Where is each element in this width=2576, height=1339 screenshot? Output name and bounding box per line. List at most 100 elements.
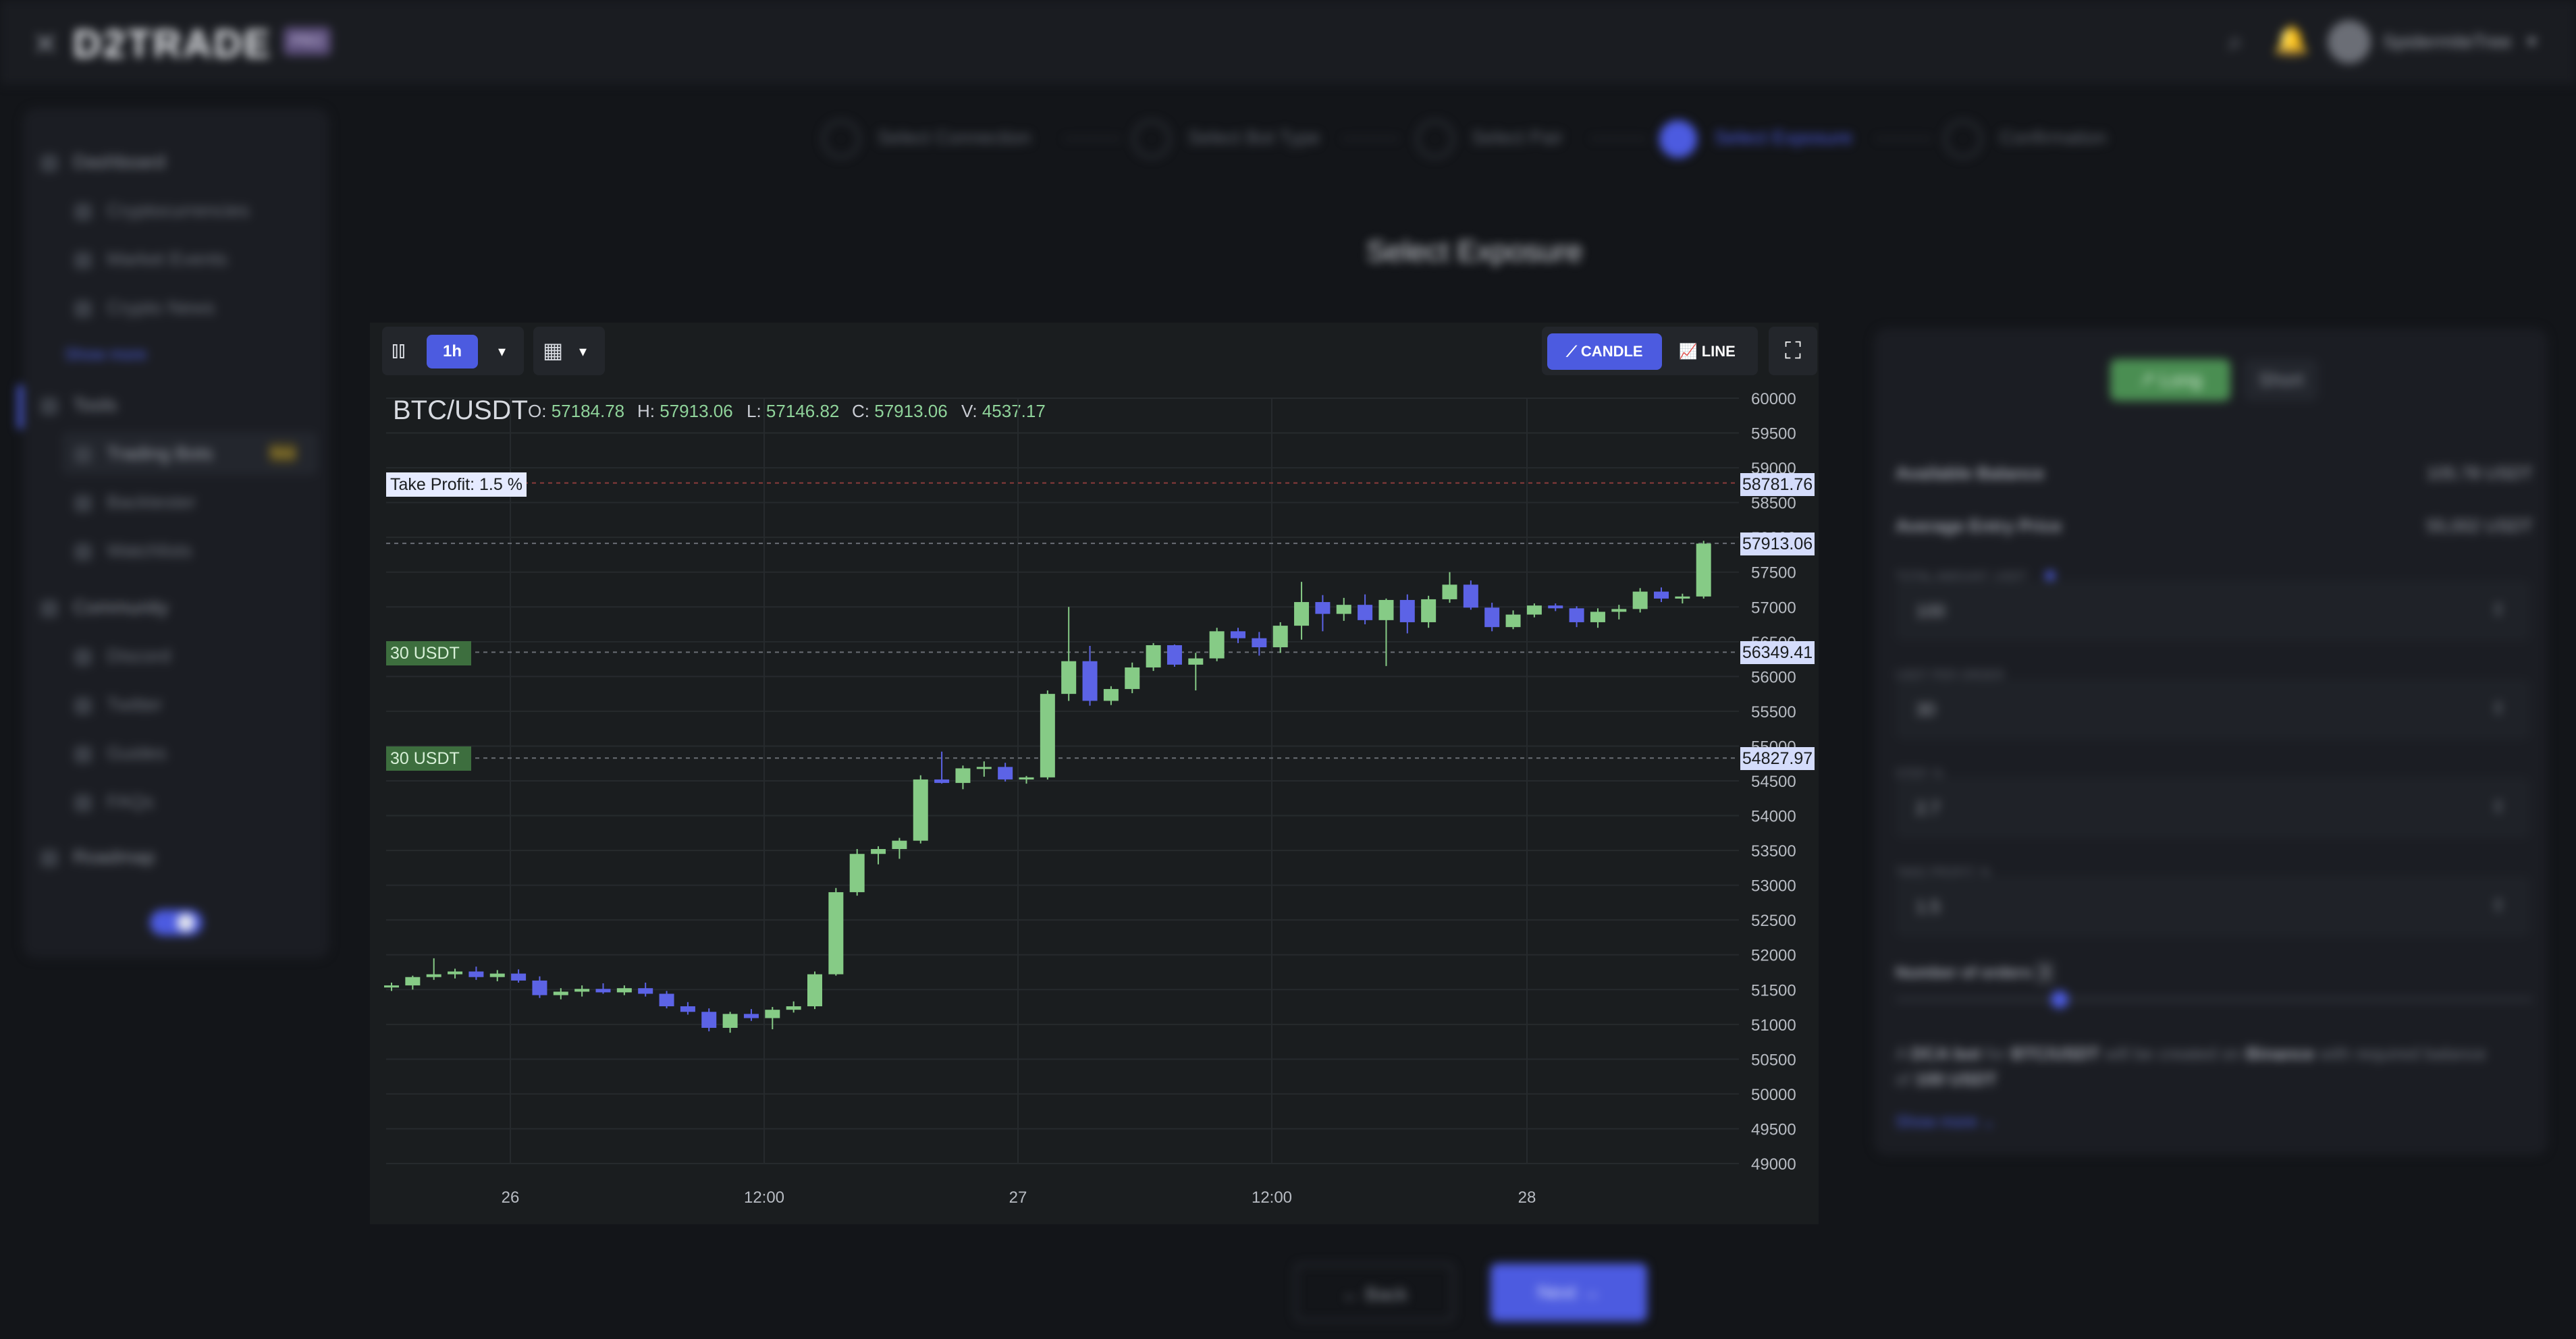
candle-body bbox=[1463, 584, 1478, 608]
y-tick-label: 52000 bbox=[1751, 947, 1796, 965]
candle-body bbox=[1526, 605, 1542, 615]
take-profit-label: Take Profit: 1.5 % bbox=[386, 472, 527, 497]
candle-body bbox=[1611, 609, 1627, 612]
candle-body bbox=[765, 1010, 780, 1018]
candle-body bbox=[553, 991, 568, 995]
available-balance-value: 105.78 USDT bbox=[2426, 463, 2533, 483]
summary-show-more-link[interactable]: Show more ⌄ bbox=[1896, 1112, 1995, 1132]
candle-body bbox=[1696, 543, 1711, 597]
candle-body bbox=[659, 993, 674, 1007]
x-tick-label: 12:00 bbox=[1252, 1188, 1292, 1207]
candle-body bbox=[532, 980, 547, 995]
candle-body bbox=[1188, 658, 1204, 665]
candle-body bbox=[1590, 611, 1605, 622]
usdt-per-order-value: 30 bbox=[1916, 699, 1935, 719]
candle-body bbox=[934, 779, 950, 784]
candle-body bbox=[616, 988, 632, 993]
candle-body bbox=[786, 1006, 801, 1010]
back-button[interactable]: ← Back bbox=[1295, 1263, 1454, 1321]
take-profit-input[interactable] bbox=[1896, 876, 2530, 937]
avg-entry-label: Average Entry Price bbox=[1896, 516, 2062, 536]
candle-body bbox=[1378, 599, 1394, 620]
candle-body bbox=[1358, 605, 1373, 620]
stepper-arrows-icon[interactable]: ⇕ bbox=[2491, 895, 2506, 916]
candle-body bbox=[998, 767, 1013, 780]
candle-body bbox=[976, 767, 992, 769]
chevron-down-icon: ⌄ bbox=[1982, 1113, 1996, 1131]
trend-up-icon: ↗ bbox=[2139, 369, 2160, 390]
order-level-label: 30 USDT bbox=[386, 746, 471, 771]
candle-body bbox=[722, 1014, 738, 1028]
candle-body bbox=[1125, 667, 1140, 689]
arrow-right-icon: → bbox=[1576, 1282, 1601, 1303]
y-tick-label: 50000 bbox=[1751, 1086, 1796, 1104]
stepper-arrows-icon[interactable]: ⇕ bbox=[2491, 698, 2506, 719]
candle-body bbox=[489, 973, 505, 977]
candle-body bbox=[1082, 661, 1098, 701]
stepper-arrows-icon[interactable]: ⇕ bbox=[2491, 796, 2506, 817]
total-amount-input[interactable] bbox=[1896, 580, 2530, 641]
candle-body bbox=[1019, 777, 1034, 780]
candle-body bbox=[680, 1006, 695, 1012]
candle-body bbox=[1632, 591, 1648, 609]
candle-body bbox=[405, 977, 421, 986]
short-button[interactable]: Short bbox=[2244, 359, 2318, 401]
orders-count-badge: 3 bbox=[2036, 962, 2054, 983]
candle-body bbox=[1166, 645, 1182, 665]
orders-slider[interactable] bbox=[1896, 998, 2533, 1002]
total-amount-value: 100 bbox=[1916, 601, 1946, 621]
long-button[interactable]: ↗ Long bbox=[2110, 359, 2230, 401]
candle-body bbox=[384, 985, 399, 988]
y-tick-label: 52500 bbox=[1751, 912, 1796, 930]
info-icon[interactable] bbox=[2045, 571, 2055, 580]
candle-body bbox=[1548, 605, 1563, 609]
next-button[interactable]: Next → bbox=[1491, 1263, 1647, 1321]
y-tick-label: 60000 bbox=[1751, 390, 1796, 408]
candle-body bbox=[1421, 599, 1437, 622]
x-tick-label: 28 bbox=[1518, 1188, 1536, 1207]
y-tick-label: 54000 bbox=[1751, 808, 1796, 826]
candle-body bbox=[1654, 591, 1669, 599]
candle-body bbox=[1252, 638, 1267, 648]
y-tick-label: 57000 bbox=[1751, 599, 1796, 617]
candle-body bbox=[1484, 607, 1500, 628]
order-price-tag: 56349.41 bbox=[1740, 641, 1815, 664]
stepper-arrows-icon[interactable]: ⇕ bbox=[2491, 599, 2506, 620]
candle-body bbox=[807, 974, 822, 1007]
candle-body bbox=[1442, 584, 1457, 599]
candle-body bbox=[1103, 688, 1119, 701]
orders-slider-handle[interactable] bbox=[2051, 991, 2068, 1008]
y-tick-label: 49500 bbox=[1751, 1120, 1796, 1139]
candle-body bbox=[1505, 614, 1521, 628]
orders-label: Number of orders 3 bbox=[1896, 962, 2054, 983]
x-tick-label: 12:00 bbox=[744, 1188, 784, 1207]
candle-body bbox=[468, 971, 484, 977]
candle-body bbox=[1146, 645, 1161, 667]
y-tick-label: 51500 bbox=[1751, 981, 1796, 1000]
avg-entry-value: 55,002 USDT bbox=[2426, 516, 2533, 536]
candle-body bbox=[743, 1014, 759, 1018]
y-tick-label: 54500 bbox=[1751, 773, 1796, 791]
y-tick-label: 57500 bbox=[1751, 564, 1796, 582]
candle-body bbox=[1294, 602, 1310, 626]
candle-body bbox=[595, 989, 611, 993]
candle-body bbox=[1569, 608, 1584, 622]
settings-panel bbox=[1874, 328, 2548, 1155]
y-tick-label: 49000 bbox=[1751, 1155, 1796, 1174]
candle-body bbox=[849, 854, 865, 892]
usdt-per-order-input[interactable] bbox=[1896, 679, 2530, 740]
candle-body bbox=[1040, 694, 1055, 777]
bot-summary: A DCA bot for BTC/USDT will be created o… bbox=[1896, 1043, 2486, 1089]
candle-body bbox=[828, 892, 844, 975]
candle-body bbox=[511, 973, 527, 981]
y-tick-label: 51000 bbox=[1751, 1016, 1796, 1035]
candle-body bbox=[871, 849, 886, 854]
candle-body bbox=[1272, 626, 1288, 648]
y-tick-label: 53500 bbox=[1751, 842, 1796, 860]
arrow-left-icon: ← bbox=[1341, 1284, 1366, 1305]
step-input[interactable] bbox=[1896, 777, 2530, 838]
candle-body bbox=[1209, 631, 1225, 659]
take-profit-price-tag: 58781.76 bbox=[1740, 473, 1815, 496]
y-tick-label: 58500 bbox=[1751, 495, 1796, 513]
y-tick-label: 53000 bbox=[1751, 877, 1796, 896]
